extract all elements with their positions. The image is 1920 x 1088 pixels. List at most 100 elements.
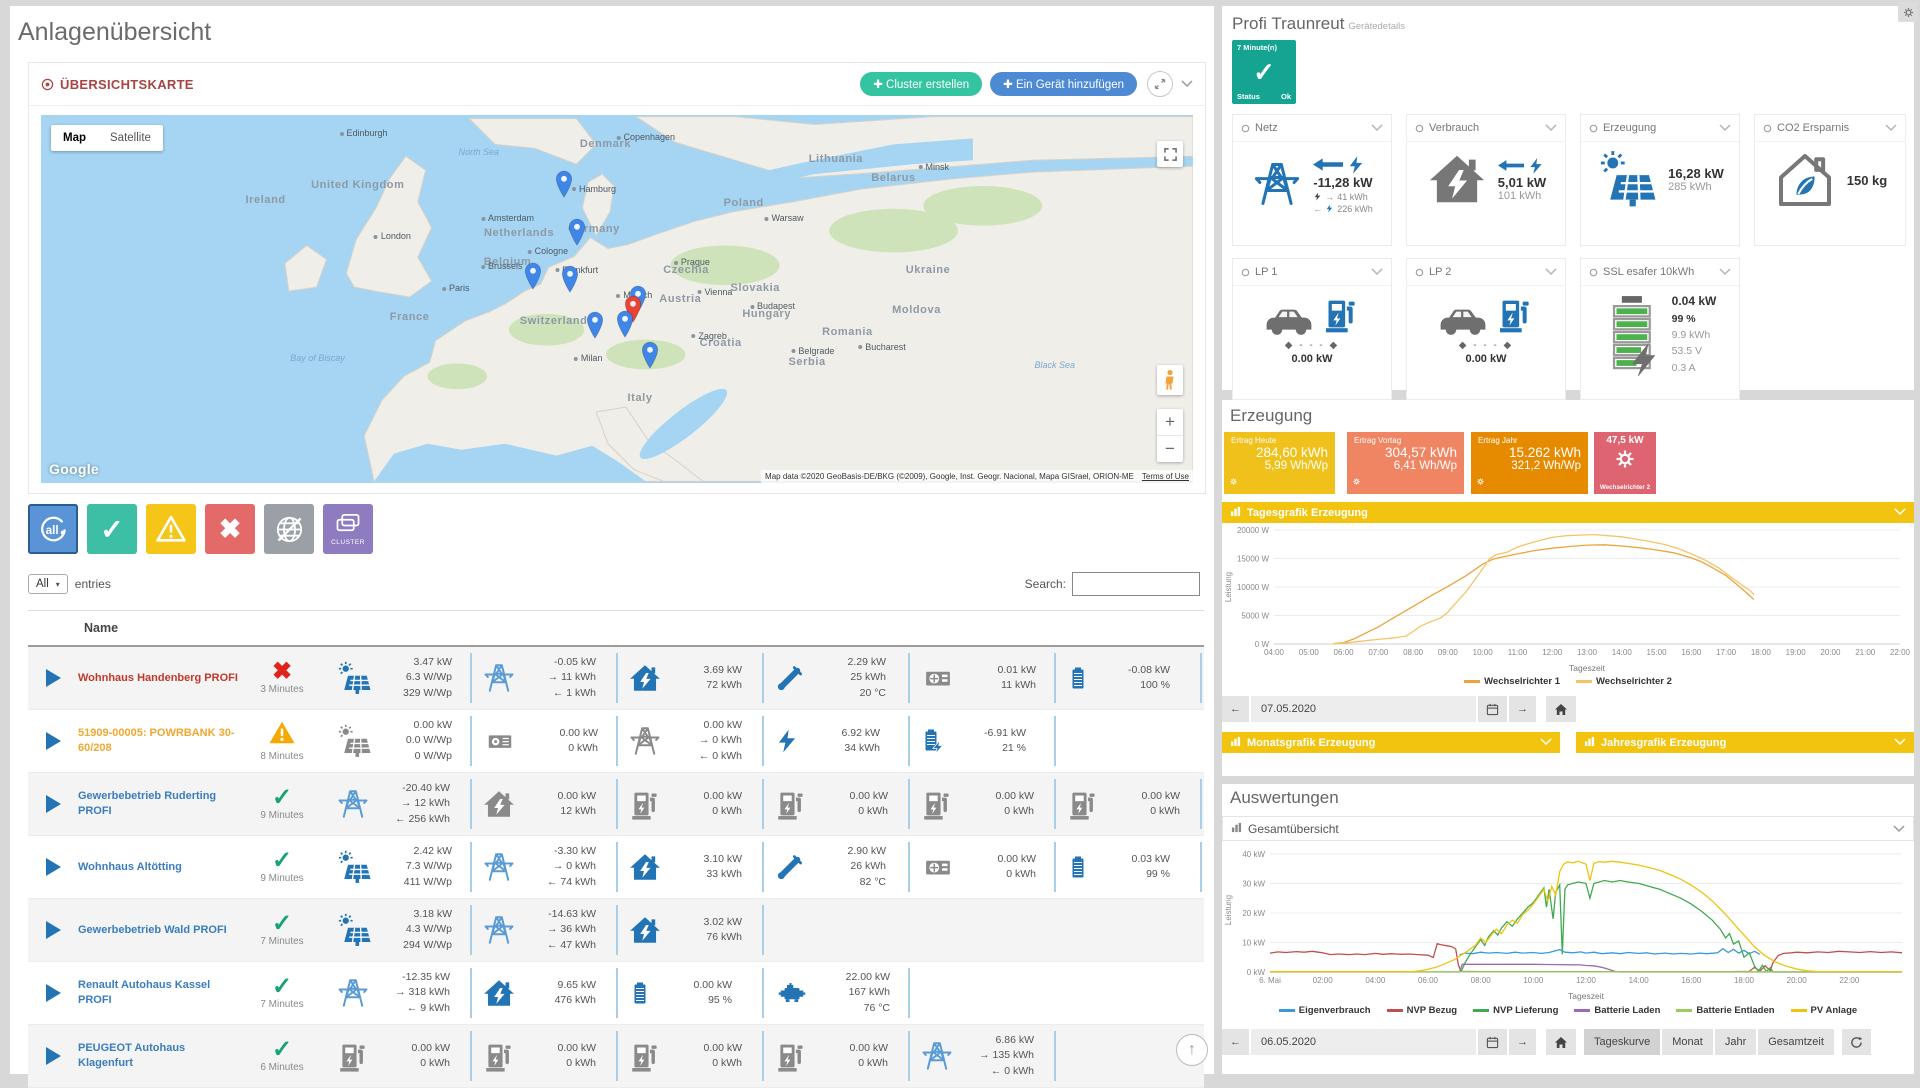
device-cell-charger[interactable]: 0.00 kW0 kWh — [764, 773, 910, 835]
map-pin[interactable] — [522, 261, 543, 295]
view-button-jahr[interactable]: Jahr — [1715, 1029, 1756, 1055]
card-erzeugung-header[interactable]: Erzeugung — [1581, 115, 1739, 142]
date-field[interactable]: 06.05.2020 — [1251, 1029, 1476, 1055]
legend-item[interactable]: Wechselrichter 1 — [1464, 676, 1560, 687]
filter-error-button[interactable]: ✖ — [205, 504, 255, 554]
date-field[interactable]: 07.05.2020 — [1251, 696, 1476, 722]
europe-map[interactable]: United KingdomIrelandFranceGermanyPoland… — [41, 115, 1193, 483]
device-cell-pylon[interactable]: -20.40 kW→ 12 kWh← 256 kWh — [326, 773, 472, 835]
home-button[interactable] — [1546, 696, 1576, 722]
table-row[interactable]: Wohnhaus Handenberg PROFI✖3 Minutes3.47 … — [28, 647, 1204, 710]
device-cell-bolt[interactable]: 6.92 kW34 kWh — [764, 710, 910, 772]
device-cell-pylon[interactable]: -12.35 kW→ 318 kWh← 9 kWh — [326, 962, 472, 1024]
yield-stat-tile[interactable]: Ertrag Jahr 15.262 kWh 321,2 Wh/Wp — [1471, 432, 1588, 494]
next-day-button[interactable]: → — [1509, 696, 1536, 722]
device-cell-charger[interactable]: 0.00 kW0 kWh — [1056, 773, 1202, 835]
card-lp2-header[interactable]: LP 2 — [1407, 259, 1565, 286]
card-co2-header[interactable]: CO2 Ersparnis — [1755, 115, 1905, 142]
next-day-button[interactable]: → — [1509, 1029, 1536, 1055]
terms-link[interactable]: Terms of Use — [1142, 472, 1189, 481]
legend-item[interactable]: NVP Bezug — [1387, 1005, 1458, 1016]
filter-warning-button[interactable] — [146, 504, 196, 554]
tagesgrafik-bar[interactable]: Tagesgrafik Erzeugung — [1222, 502, 1914, 523]
scroll-top-button[interactable]: ↑ — [1176, 1034, 1208, 1066]
device-cell-house[interactable]: 3.10 kW33 kWh — [618, 836, 764, 898]
yield-stat-tile[interactable]: Ertrag Heute 284,60 kWh 5,99 Wh/Wp — [1224, 432, 1335, 494]
collapse-map-chevron[interactable] — [1181, 75, 1193, 93]
table-row[interactable]: Gewerbebetrieb Wald PROFI✓7 Minutes3.18 … — [28, 899, 1204, 962]
calendar-button[interactable] — [1478, 1029, 1507, 1055]
play-button[interactable] — [28, 984, 78, 1002]
device-cell-house[interactable]: 3.69 kW72 kWh — [618, 647, 764, 709]
map-pin[interactable] — [615, 309, 636, 343]
device-cell-solar[interactable]: 2.42 kW7.3 W/Wp411 W/Wp — [326, 836, 472, 898]
device-name-link[interactable]: Gewerbebetrieb Wald PROFI — [78, 923, 238, 938]
fullscreen-button[interactable] — [1157, 141, 1183, 167]
add-device-button[interactable]: ✚ Ein Gerät hinzufügen — [990, 72, 1137, 96]
device-cell-heatpump[interactable]: 0.01 kW11 kWh — [910, 647, 1056, 709]
device-cell-pylon[interactable]: 0.00 kW→ 0 kWh← 0 kWh — [618, 710, 764, 772]
device-cell-battery[interactable]: 0.00 kW95 % — [618, 962, 764, 1024]
expand-button[interactable] — [1147, 71, 1173, 97]
device-cell-engine[interactable]: 22.00 kW167 kWh76 °C — [764, 962, 910, 1024]
map-type-control[interactable]: Map Satellite — [51, 125, 163, 151]
card-lp1-header[interactable]: LP 1 — [1233, 259, 1391, 286]
table-header[interactable]: Name — [28, 610, 1204, 647]
device-name-link[interactable]: Wohnhaus Altötting — [78, 860, 238, 875]
card-netz-header[interactable]: Netz — [1233, 115, 1391, 142]
create-cluster-button[interactable]: ✚ Cluster erstellen — [860, 72, 982, 96]
yield-stat-tile[interactable]: Ertrag Vortag 304,57 kWh 6,41 Wh/Wp — [1347, 432, 1464, 494]
calendar-button[interactable] — [1478, 696, 1507, 722]
play-button[interactable] — [28, 921, 78, 939]
legend-item[interactable]: NVP Lieferung — [1473, 1005, 1558, 1016]
table-row[interactable]: 51909-00005: POWRBANK 30-60/2088 Minutes… — [28, 710, 1204, 773]
device-name-link[interactable]: PEUGEOT Autohaus Klagenfurt — [78, 1041, 238, 1071]
status-tile[interactable]: 7 Minute(n) ✓ Status Ok — [1232, 40, 1296, 104]
view-button-gesamtzeit[interactable]: Gesamtzeit — [1758, 1029, 1834, 1055]
map-type-map[interactable]: Map — [51, 125, 98, 151]
device-cell-rod[interactable]: 2.90 kW26 kWh82 °C — [764, 836, 910, 898]
device-cell-charger[interactable]: 0.00 kW0 kWh — [764, 1025, 910, 1087]
map-pin[interactable] — [585, 310, 606, 344]
gesamtuebersicht-bar[interactable]: Gesamtübersicht — [1222, 816, 1914, 841]
view-button-monat[interactable]: Monat — [1662, 1029, 1713, 1055]
settings-button[interactable] — [1898, 2, 1918, 22]
device-cell-house[interactable]: 0.00 kW12 kWh — [472, 773, 618, 835]
prev-day-button[interactable]: ← — [1222, 696, 1249, 722]
play-button[interactable] — [28, 732, 78, 750]
filter-offline-button[interactable] — [264, 504, 314, 554]
device-cell-rod[interactable]: 2.29 kW25 kWh20 °C — [764, 647, 910, 709]
zoom-control[interactable]: + − — [1157, 409, 1183, 462]
device-cell-pylon[interactable]: 6.86 kW→ 135 kWh← 0 kWh — [910, 1025, 1056, 1087]
device-cell-charger[interactable]: 0.00 kW0 kWh — [472, 1025, 618, 1087]
table-row[interactable]: Gewerbebetrieb Ruderting PROFI✓9 Minutes… — [28, 773, 1204, 836]
filter-all-button[interactable]: all — [28, 504, 78, 554]
device-cell-pylon[interactable]: -3.30 kW→ 0 kWh← 74 kWh — [472, 836, 618, 898]
device-name-link[interactable]: Gewerbebetrieb Ruderting PROFI — [78, 789, 238, 819]
home-button[interactable] — [1546, 1029, 1576, 1055]
entries-select[interactable]: All▾ — [28, 574, 68, 594]
jahresgrafik-bar[interactable]: Jahresgrafik Erzeugung — [1576, 732, 1914, 753]
inverter-tile[interactable]: 47,5 kW Wechselrichter 2 — [1594, 432, 1656, 494]
play-button[interactable] — [28, 795, 78, 813]
map-pin[interactable] — [640, 340, 661, 374]
legend-item[interactable]: Batterie Laden — [1574, 1005, 1660, 1016]
device-cell-solar[interactable]: 3.47 kW6.3 W/Wp329 W/Wp — [326, 647, 472, 709]
device-cell-battery[interactable]: -0.08 kW100 % — [1056, 647, 1202, 709]
zoom-out-button[interactable]: − — [1157, 436, 1183, 462]
device-name-link[interactable]: 51909-00005: POWRBANK 30-60/208 — [78, 726, 238, 756]
play-button[interactable] — [28, 858, 78, 876]
play-button[interactable] — [28, 1047, 78, 1065]
device-cell-batterybolt[interactable]: -6.91 kW21 % — [910, 710, 1056, 772]
card-ssl-header[interactable]: SSL esafer 10kWh — [1581, 259, 1739, 286]
device-name-link[interactable]: Wohnhaus Handenberg PROFI — [78, 671, 238, 686]
device-cell-battery[interactable]: 0.03 kW99 % — [1056, 836, 1202, 898]
device-name-link[interactable]: Renault Autohaus Kassel PROFI — [78, 978, 238, 1008]
play-button[interactable] — [28, 669, 78, 687]
monatsgrafik-bar[interactable]: Monatsgrafik Erzeugung — [1222, 732, 1560, 753]
device-cell-charger[interactable]: 0.00 kW0 kWh — [618, 1025, 764, 1087]
search-input[interactable] — [1072, 572, 1200, 596]
zoom-in-button[interactable]: + — [1157, 409, 1183, 436]
device-cell-solar[interactable]: 0.00 kW0.0 W/Wp0 W/Wp — [326, 710, 472, 772]
device-cell-genset[interactable]: 0.00 kW0 kWh — [472, 710, 618, 772]
